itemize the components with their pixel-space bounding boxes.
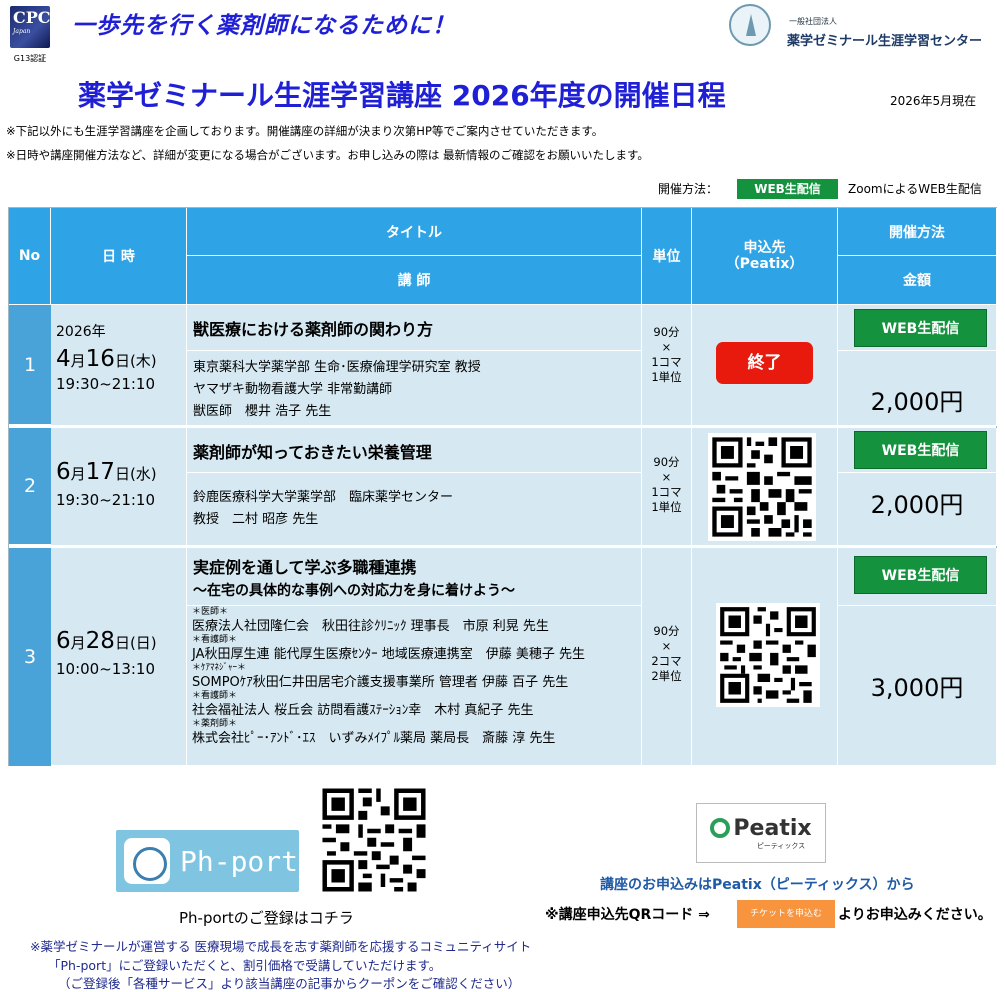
qr-apply-suffix: よりお申込みください。	[838, 907, 992, 923]
note-1: ※下記以外にも生涯学習講座を企画しております。開催講座の詳細が決まり次第HP等で…	[6, 124, 604, 138]
row-1-no: 1	[9, 305, 51, 426]
row-2-title: 薬剤師が知っておきたい栄養管理	[187, 428, 642, 473]
peatix-mark-icon	[710, 818, 731, 838]
row-3-apply	[692, 548, 838, 766]
peatix-apply-text: 講座のお申込みはPeatix（ピーティックス）から	[600, 877, 915, 893]
col-title-header: タイトル	[187, 208, 642, 256]
row-1-price: 2,000円	[838, 351, 997, 426]
legend-desc: ZoomによるWEB生配信	[848, 182, 982, 196]
row-2-date: 6月17日(水) 19:30~21:10	[51, 428, 187, 546]
row-3-qr-code-icon[interactable]	[716, 603, 820, 707]
phport-icon	[124, 838, 170, 884]
row-3-price: 3,000円	[838, 606, 997, 766]
row-3-unit: 90分 × 2コマ 2単位	[642, 548, 692, 766]
footnote-1: ※薬学ゼミナールが運営する 医療現場で成長を志す薬剤師を応援するコミュニティサイ…	[30, 939, 532, 954]
row-2-method: WEB生配信	[838, 428, 997, 473]
note-2: ※日時や講座開催方法など、詳細が変更になる場合がございます。お申し込みの際は 最…	[6, 148, 649, 162]
row-2-price: 2,000円	[838, 473, 997, 546]
row-2-qr-code-icon[interactable]	[708, 433, 816, 541]
legend-web-badge: WEB生配信	[737, 179, 838, 199]
phport-logo[interactable]: Ph-port	[116, 830, 299, 892]
schedule-table: No 日 時 タイトル 講 師 単位 申込先 （Peatix） 開催方法 金額 …	[8, 207, 997, 766]
row-1-instructor: 東京薬科大学薬学部 生命･医療倫理学研究室 教授 ヤマザキ動物看護大学 非常勤講…	[187, 351, 642, 426]
footnote-2: 「Ph-port」にご登録いただくと、割引価格で受講していただけます。	[48, 958, 442, 973]
phport-qr-code-icon[interactable]	[318, 784, 430, 896]
qr-apply-prefix: ※講座申込先QRコード ⇒	[545, 907, 710, 923]
cpc-logo: CPC Japan	[10, 6, 51, 48]
row-2-unit: 90分 × 1コマ 1単位	[642, 428, 692, 546]
org-logo: 一般社団法人 薬学ゼミナール生涯学習センター	[729, 4, 999, 49]
row-1-apply: 終了	[692, 305, 838, 426]
col-price-header: 金額	[838, 256, 997, 305]
row-1-closed-badge: 終了	[716, 342, 813, 384]
row-1-title: 獣医療における薬剤師の関わり方	[187, 305, 642, 351]
org-name: 薬学ゼミナール生涯学習センター	[787, 34, 983, 49]
row-3-no: 3	[9, 548, 51, 766]
as-of-date: 2026年5月現在	[890, 94, 977, 108]
row-3-title: 実症例を通して学ぶ多職種連携 ～在宅の具体的な事例への対応力を身に着けよう～	[187, 548, 642, 606]
col-instructor-header: 講 師	[187, 256, 642, 305]
row-2-instructor: 鈴鹿医療科学大学薬学部 臨床薬学センター 教授 二村 昭彦 先生	[187, 473, 642, 546]
cert-label: G13認証	[13, 54, 47, 63]
row-1-unit: 90分 × 1コマ 1単位	[642, 305, 692, 426]
col-method-header: 開催方法	[838, 208, 997, 256]
legend-label: 開催方法：	[658, 182, 719, 196]
col-apply-header: 申込先 （Peatix）	[692, 208, 838, 305]
row-1-web-badge: WEB生配信	[854, 309, 987, 347]
phport-caption: Ph-portのご登録はコチラ	[179, 909, 354, 927]
row-1-date: 2026年 4月16日(木) 19:30~21:10	[51, 305, 187, 426]
row-3-instructor: ＊医師＊ 医療法人社団隆仁会 秋田往診ｸﾘﾆｯｸ 理事長 市原 利晃 先生 ＊看…	[187, 606, 642, 766]
col-date-header: 日 時	[51, 208, 187, 305]
ticket-apply-button[interactable]: チケットを申込む	[737, 900, 835, 928]
footnote-3: （ご登録後「各種サービス」より該当講座の記事からクーポンをご確認ください）	[58, 976, 521, 991]
org-small-label: 一般社団法人	[789, 17, 837, 26]
row-3-web-badge: WEB生配信	[854, 556, 987, 594]
peatix-logo[interactable]: Peatix ピーティックス	[696, 803, 826, 863]
page-title: 薬学ゼミナール生涯学習講座 2026年度の開催日程	[78, 79, 726, 112]
org-emblem-icon	[729, 4, 771, 46]
row-2-apply	[692, 428, 838, 546]
col-no-header: No	[9, 208, 51, 305]
col-unit-header: 単位	[642, 208, 692, 305]
slogan: 一歩先を行く薬剤師になるために！	[72, 13, 456, 39]
row-2-no: 2	[9, 428, 51, 546]
row-2-web-badge: WEB生配信	[854, 431, 987, 469]
row-3-method: WEB生配信	[838, 548, 997, 606]
row-3-date: 6月28日(日) 10:00~13:10	[51, 548, 187, 766]
row-1-method: WEB生配信	[838, 305, 997, 351]
